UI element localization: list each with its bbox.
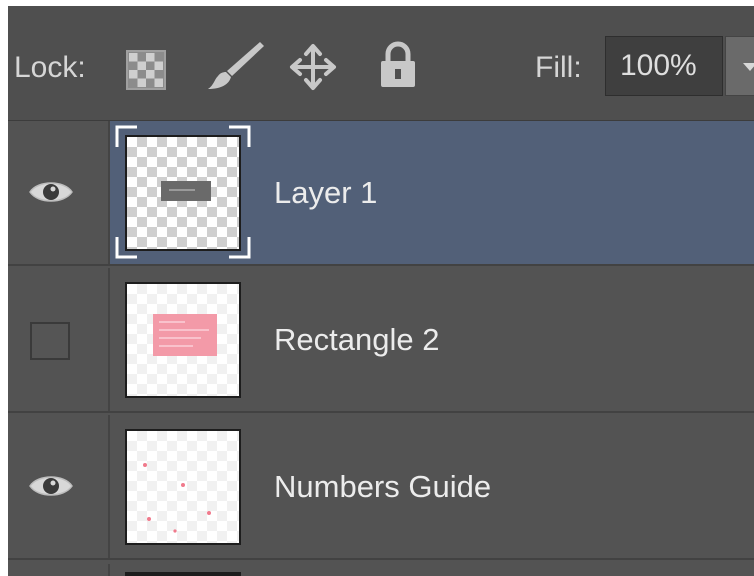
thumbnail-content [143, 463, 211, 533]
lock-image-pixels-brush-icon[interactable] [202, 40, 266, 92]
fill-dropdown-button[interactable] [725, 36, 754, 96]
thumbnail-content [153, 314, 217, 356]
layer-row-numbers-guide[interactable]: Numbers Guide [8, 415, 754, 560]
visibility-empty-box [30, 322, 70, 360]
thumbnail-content [161, 181, 211, 201]
layer-row-rectangle-2[interactable]: Rectangle 2 [8, 268, 754, 413]
lock-fill-toolbar: Lock: Fill: 100% [8, 6, 754, 121]
lock-position-move-icon[interactable] [288, 42, 338, 92]
layer-thumbnail[interactable] [125, 282, 241, 398]
visibility-toggle[interactable] [8, 268, 110, 411]
layer-name: Layer 1 [274, 174, 378, 210]
visibility-toggle [8, 564, 110, 576]
layer-row-partial [8, 564, 754, 576]
layer-thumbnail[interactable] [125, 135, 241, 251]
fill-opacity-input[interactable]: 100% [605, 36, 723, 96]
layer-thumbnail[interactable] [125, 429, 241, 545]
layers-panel: Lock: Fill: 100% Layer 1 Rectangle 2 Num… [8, 6, 754, 576]
fill-label: Fill: [535, 51, 582, 84]
lock-transparent-pixels-icon[interactable] [126, 50, 166, 90]
eye-icon [29, 476, 73, 496]
layer-row-layer-1[interactable]: Layer 1 [8, 121, 754, 266]
lock-label: Lock: [14, 51, 86, 84]
layer-name: Numbers Guide [274, 468, 492, 504]
eye-icon [29, 182, 73, 202]
layer-name: Rectangle 2 [274, 321, 440, 357]
lock-all-padlock-icon[interactable] [378, 40, 418, 90]
layer-thumbnail-edge [125, 572, 241, 576]
visibility-toggle[interactable] [8, 415, 110, 558]
chevron-down-icon [743, 63, 754, 71]
visibility-toggle[interactable] [8, 121, 110, 264]
